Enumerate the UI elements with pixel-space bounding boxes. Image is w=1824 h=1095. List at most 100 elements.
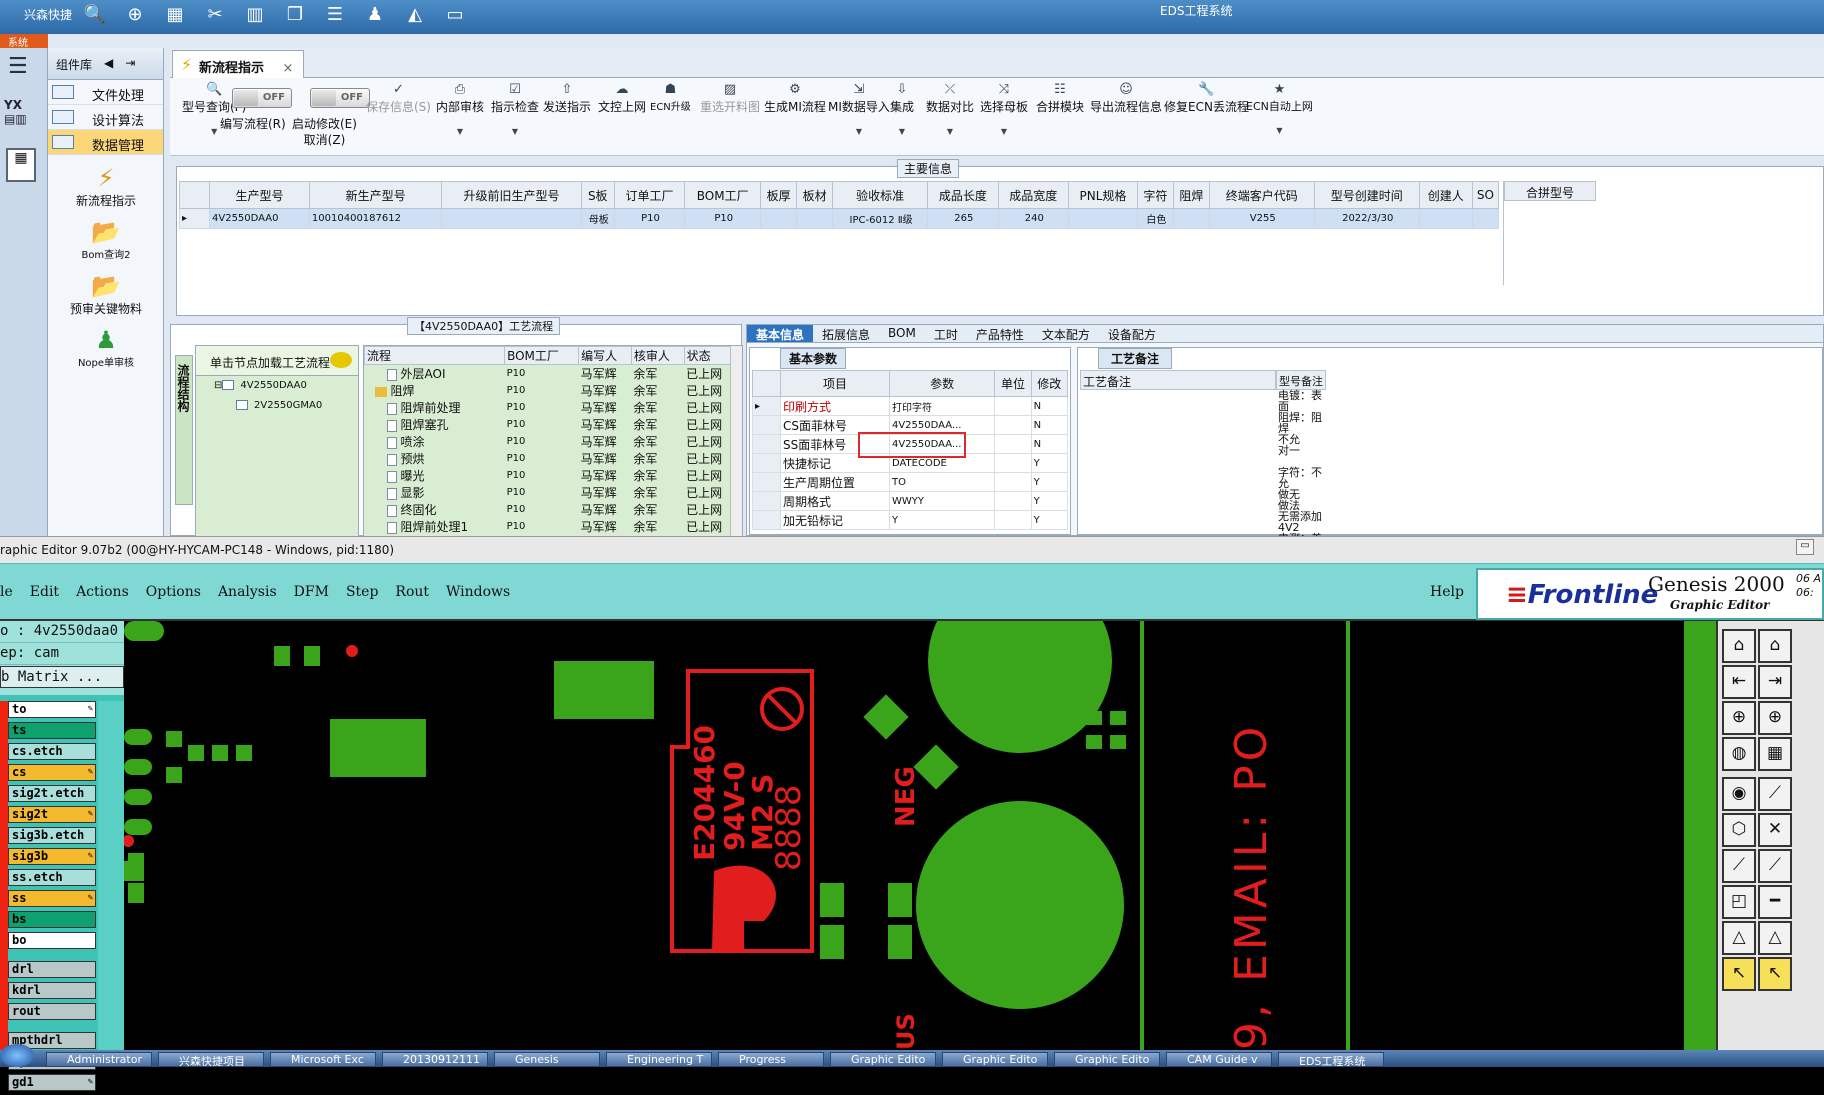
menu-item[interactable]: Step (346, 584, 378, 600)
menu-item[interactable]: Rout (395, 584, 429, 600)
column-header[interactable]: 板材 (796, 181, 834, 209)
draw-line-icon[interactable]: ⟋ (1758, 849, 1792, 883)
table-row[interactable]: 预烘 P10 马军辉 余军 已上网 (365, 450, 736, 467)
integrate-button[interactable]: ⇩ 集成 ▼ (890, 82, 914, 136)
struct-tab[interactable]: 流程结构 (175, 355, 193, 505)
table-row[interactable]: ▸ 印刷方式 打印字符 N (752, 396, 1069, 416)
gen-mi-button[interactable]: ⚙ 生成MI流程 (764, 82, 826, 115)
list-icon[interactable]: ☰ (322, 2, 348, 26)
layer-item[interactable]: gd1 ✎ (8, 1074, 96, 1091)
draw-line-icon[interactable]: ⟋ (1722, 849, 1756, 883)
column-header[interactable]: 板厚 (760, 181, 798, 209)
cancel-text[interactable]: 取消(Z) (304, 133, 346, 147)
column-header[interactable]: 修改 (1030, 370, 1069, 397)
param-value[interactable]: TO (888, 472, 996, 492)
menu-icon[interactable]: ☰ (8, 54, 28, 79)
layer-item[interactable]: drl (8, 961, 96, 978)
column-header[interactable]: 验收标准 (832, 181, 929, 209)
maximize-icon[interactable]: ▭ (1796, 539, 1814, 555)
grid-icon[interactable]: ▦ (1758, 737, 1792, 771)
column-header[interactable]: PNL规格 (1068, 181, 1138, 209)
calculator-icon[interactable]: ▦ (6, 148, 36, 182)
table-row[interactable]: 周期格式 WWYY Y (752, 491, 1069, 511)
table-row[interactable]: 曝光 P10 马军辉 余军 已上网 (365, 467, 736, 484)
table-row[interactable]: 阻焊 P10 马军辉 余军 已上网 (365, 382, 736, 399)
column-header[interactable]: SO (1471, 181, 1500, 209)
film-icon[interactable]: ▥ (242, 2, 268, 26)
publish-button[interactable]: ☁ 文控上网 (598, 82, 646, 115)
param-value[interactable]: 打印字符 (888, 396, 996, 416)
table-row[interactable]: 阻焊前处理1 P10 马军辉 余军 已上网 (365, 518, 736, 535)
taskbar-button[interactable]: CAM Guide v (1166, 1052, 1272, 1067)
column-header[interactable]: 阻焊 (1172, 181, 1210, 209)
taskbar-button[interactable]: Graphic Edito (942, 1052, 1048, 1067)
layer-item[interactable]: ss.etch (8, 869, 96, 886)
table-row[interactable]: 阻焊塞孔 P10 马军辉 余军 已上网 (365, 416, 736, 433)
vertical-scrollbar[interactable] (730, 346, 742, 536)
circle-select-icon[interactable]: ◉ (1722, 777, 1756, 811)
chart-icon[interactable]: ◭ (402, 2, 428, 26)
layer-item[interactable]: bs (8, 911, 96, 928)
table-row[interactable]: 加无铅标记 Y Y (752, 510, 1069, 530)
info-tab[interactable]: 产品特性 (967, 325, 1033, 342)
column-header[interactable]: 生产型号 (209, 181, 310, 209)
system-label[interactable]: 系统 (0, 34, 48, 49)
column-header[interactable]: 编写人 (578, 346, 632, 365)
minus-icon[interactable]: ━ (1758, 885, 1792, 919)
reselect-drawing-button[interactable]: ▨ 重选开料图 (700, 82, 760, 115)
column-header[interactable]: 订单工厂 (613, 181, 686, 209)
pan-left-icon[interactable]: ⇤ (1722, 665, 1756, 699)
info-tab[interactable]: 基本信息 (747, 325, 814, 342)
ecn-auto-publish-button[interactable]: ★ ECN自动上网 ▼ (1246, 82, 1313, 135)
copy-icon[interactable]: ❐ (282, 2, 308, 26)
layer-item[interactable]: cs ✎ (8, 764, 96, 781)
column-header[interactable]: 新生产型号 (308, 181, 443, 209)
column-header[interactable]: 参数 (888, 370, 996, 397)
taskbar-button[interactable]: Administrator (46, 1052, 152, 1067)
taskbar-button[interactable]: Graphic Edito (1054, 1052, 1160, 1067)
start-icon[interactable] (0, 1044, 34, 1067)
search-icon[interactable]: 🔍 (82, 2, 108, 26)
palette-icon[interactable]: ◍ (1722, 737, 1756, 771)
nav-item-file[interactable]: 文件处理 (48, 80, 163, 105)
table-row[interactable]: 生产周期位置 TO Y (752, 472, 1069, 492)
close-icon[interactable]: × (283, 61, 294, 76)
user-icon[interactable]: ♟ (362, 2, 388, 26)
scissors-icon[interactable]: ✂ (202, 2, 228, 26)
fit-icon[interactable]: ⊕ (1722, 701, 1756, 735)
table-row[interactable]: ▸ 4V2550DAA0 10010400187612 母板 P10 P10 IPC-601… (179, 208, 1500, 229)
taskbar-button[interactable]: 兴森快捷项目 (158, 1052, 264, 1067)
triangle-icon[interactable]: △ (1722, 921, 1756, 955)
menu-item[interactable]: Options (146, 584, 201, 600)
menu-item[interactable]: le (0, 584, 13, 600)
table-row[interactable]: 阻焊前处理 P10 马军辉 余军 已上网 (365, 399, 736, 416)
edit-flow-toggle[interactable]: OFF (232, 88, 292, 108)
shape-icon[interactable]: ◰ (1722, 885, 1756, 919)
table-row[interactable]: 外层AOI P10 马军辉 余军 已上网 (365, 365, 736, 383)
layer-item[interactable]: sig2t.etch (8, 785, 96, 802)
send-button[interactable]: ⇧ 发送指示 (543, 82, 591, 115)
node-icon[interactable]: ⬡ (1722, 813, 1756, 847)
info-tab[interactable]: 设备配方 (1099, 325, 1165, 342)
taskbar-button[interactable]: Engineering T (606, 1052, 712, 1067)
menu-help[interactable]: Help (1430, 584, 1464, 600)
layer-item[interactable]: ss ✎ (8, 890, 96, 907)
compare-button[interactable]: ⤫ 数据对比 ▼ (926, 82, 974, 136)
pan-right-icon[interactable]: ⇥ (1758, 665, 1792, 699)
repair-ecn-button[interactable]: 🔧 修复ECN丢流程 (1164, 82, 1249, 115)
export-flow-button[interactable]: ☺ 导出流程信息 (1090, 82, 1162, 115)
table-row[interactable]: 喷涂 P10 马军辉 余军 已上网 (365, 433, 736, 450)
arrow-left-icon[interactable]: ◀ (104, 56, 113, 79)
column-header[interactable]: 型号创建时间 (1313, 181, 1420, 209)
column-header[interactable]: 终端客户代码 (1208, 181, 1315, 209)
column-header[interactable]: BOM工厂 (684, 181, 762, 209)
column-header[interactable]: 成品宽度 (997, 181, 1070, 209)
layer-scrollbar[interactable] (98, 701, 124, 1050)
layer-item[interactable]: ts (8, 722, 96, 739)
layer-item[interactable]: kdrl (8, 982, 96, 999)
column-header[interactable]: 状态 (683, 346, 737, 365)
column-header[interactable]: S板 (580, 181, 615, 209)
grid-icon[interactable]: ▦ (162, 2, 188, 26)
internal-review-button[interactable]: ⎙ 内部审核 ▼ (436, 82, 484, 136)
line-edit-icon[interactable]: ⟋ (1758, 777, 1792, 811)
